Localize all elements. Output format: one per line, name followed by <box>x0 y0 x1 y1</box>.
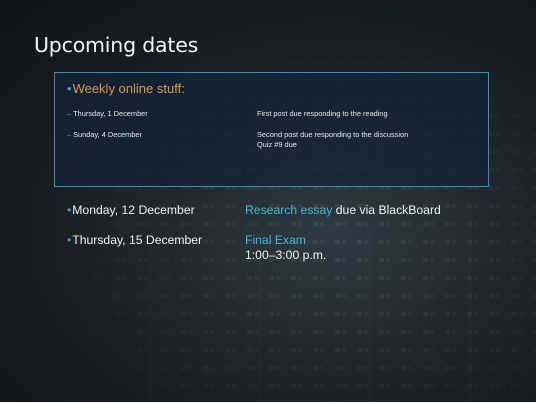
dash-icon: – <box>67 109 72 118</box>
bullet-icon: • <box>67 203 72 217</box>
deadline-date: Monday, 12 December <box>72 203 195 217</box>
weekly-item-day: Sunday, 4 December <box>73 130 143 139</box>
weekly-item-day: Thursday, 1 December <box>73 109 148 118</box>
weekly-item-task: First post due responding to the reading <box>257 109 388 118</box>
slide: Upcoming dates •Weekly online stuff: – Th… <box>0 0 536 402</box>
deadline-date: Thursday, 15 December <box>72 233 203 247</box>
bullet-icon: • <box>67 81 72 96</box>
deadline-time: 1:00–3:00 p.m. <box>245 247 327 262</box>
calendar-texture-decoration <box>0 0 536 402</box>
deadline-highlight: Final Exam <box>245 233 306 247</box>
weekly-heading: •Weekly online stuff: <box>67 81 185 96</box>
weekly-online-box: •Weekly online stuff: – Thursday, 1 Decem… <box>54 72 489 187</box>
weekly-item-task: Quiz #9 due <box>257 140 297 149</box>
deadline-detail: due via BlackBoard <box>332 203 441 217</box>
bullet-icon: • <box>67 233 72 247</box>
deadline-highlight: Research essay <box>245 203 333 217</box>
dash-icon: – <box>67 130 72 139</box>
weekly-heading-text: Weekly online stuff: <box>72 81 185 96</box>
weekly-item-task: Second post due responding to the discus… <box>257 130 409 139</box>
slide-title: Upcoming dates <box>34 33 199 57</box>
